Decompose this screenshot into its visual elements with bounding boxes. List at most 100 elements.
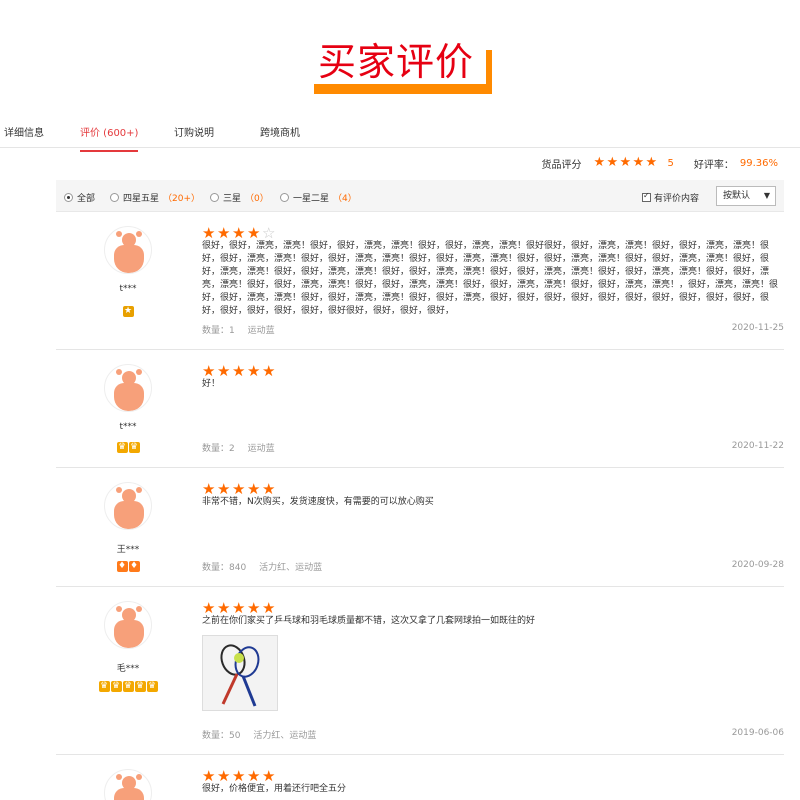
review-stars: ★ ★ ★ ★ ★ <box>202 769 276 784</box>
star-icon: ★ <box>232 767 246 785</box>
review-date: 2020-11-22 <box>731 441 784 451</box>
avatar <box>104 482 152 530</box>
reviewer-badges: ♛ ♛ ♛ ♛ ♛ <box>94 679 162 692</box>
review-variant: 活力红、运动蓝 <box>259 563 323 573</box>
review-item: 毛*** ♛ ♛ ♛ ♛ ♛ ★ ★ ★ ★ ★ 之前在你们家买了乒乓球和羽毛球质量都不… <box>56 587 784 755</box>
positive-rate-label: 好评率： <box>693 159 734 171</box>
crown-badge-icon: ♛ <box>128 442 140 453</box>
review-stars: ★ ★ ★ ★ ☆ <box>202 226 276 241</box>
review-content: 很好，价格便宜，用着还行吧全五分 <box>202 784 347 794</box>
star-icon: ★ <box>619 155 632 170</box>
review-stars: ★ ★ ★ ★ ★ <box>202 601 276 616</box>
review-item: t*** ★ ★ ★ ★ ★ ☆ 很好，很好，漂亮，漂亮！很好，很好，漂亮，漂亮… <box>56 212 784 350</box>
review-date: 2019-06-06 <box>731 728 784 738</box>
filter-all[interactable]: 全部 <box>64 191 95 204</box>
star-icon: ★ <box>232 362 246 380</box>
review-content: 之前在你们家买了乒乓球和羽毛球质量都不错，这次又拿了几套网球拍一如既往的好 <box>202 616 536 626</box>
filter-count: （20+） <box>163 194 201 204</box>
star-icon: ★ <box>202 224 216 242</box>
review-quantity: 数量：840 <box>202 563 247 573</box>
reviewer-name: t*** <box>119 422 137 432</box>
review-stars: ★ ★ ★ ★ ★ <box>202 482 276 497</box>
medal-badge-icon: ★ <box>122 306 134 317</box>
rating-summary-label: 货品评分 <box>541 159 582 171</box>
has-content-checkbox[interactable]: 有评价内容 <box>642 191 699 204</box>
star-icon: ★ <box>232 480 246 498</box>
sort-select[interactable]: 按默认 ▼ <box>716 186 776 206</box>
review-filter-bar: 全部 四星五星 （20+） 三星 （0） 一星二星 （4） 有评价内容 按默认 … <box>56 180 784 212</box>
filter-three-star[interactable]: 三星 （0） <box>210 191 269 204</box>
filter-label: 一星二星 <box>293 194 330 204</box>
review-variant: 运动蓝 <box>247 444 275 454</box>
star-icon: ★ <box>232 224 246 242</box>
star-icon: ★ <box>217 767 231 785</box>
review-content: 非常不错，N次购买，发货速度快，有需要的可以放心购买 <box>202 497 434 507</box>
filter-label: 三星 <box>223 194 242 204</box>
review-meta: 数量：2 运动蓝 <box>202 441 275 454</box>
filter-one-two-star[interactable]: 一星二星 （4） <box>280 191 357 204</box>
review-item: ★ ★ ★ ★ ★ 很好，价格便宜，用着还行吧全五分 <box>56 755 784 800</box>
star-icon: ★ <box>593 155 606 170</box>
filter-count: （4） <box>333 194 357 204</box>
review-quantity: 数量：1 <box>202 326 235 336</box>
checkbox-checked-icon <box>642 191 651 202</box>
tab-cross-border[interactable]: 跨境商机 <box>260 124 300 139</box>
star-empty-icon: ☆ <box>262 224 276 242</box>
star-icon: ★ <box>202 362 216 380</box>
section-banner: 买家评价 <box>306 40 492 96</box>
star-icon: ★ <box>606 155 619 170</box>
review-meta: 数量：840 活力红、运动蓝 <box>202 560 322 573</box>
tab-order-info[interactable]: 订购说明 <box>174 124 214 139</box>
radio-icon <box>280 193 289 202</box>
star-icon: ★ <box>247 224 261 242</box>
radio-icon <box>110 193 119 202</box>
star-icon: ★ <box>262 767 276 785</box>
star-icon: ★ <box>217 599 231 617</box>
chevron-down-icon: ▼ <box>763 191 770 200</box>
star-icon: ★ <box>202 599 216 617</box>
star-icon: ★ <box>262 480 276 498</box>
review-quantity: 数量：2 <box>202 444 235 454</box>
review-content: 很好，很好，漂亮，漂亮！很好，很好，漂亮，漂亮！很好，很好，漂亮，漂亮！很好很好… <box>202 241 779 316</box>
summary-stars: ★ ★ ★ ★ ★ <box>593 155 658 170</box>
tab-reviews[interactable]: 评价 (600+) <box>80 124 139 152</box>
review-content: 好！ <box>202 379 221 389</box>
rating-summary: 货品评分 ★ ★ ★ ★ ★ 5 好评率： 99.36% <box>541 155 778 171</box>
star-icon: ★ <box>217 224 231 242</box>
filter-label: 全部 <box>77 194 96 204</box>
review-stars: ★ ★ ★ ★ ★ <box>202 364 276 379</box>
star-icon: ★ <box>202 767 216 785</box>
star-icon: ★ <box>645 155 658 170</box>
review-quantity: 数量：50 <box>202 731 241 741</box>
positive-rate-value: 99.36% <box>739 157 778 169</box>
star-icon: ★ <box>232 599 246 617</box>
tennis-racket-image <box>203 636 277 710</box>
filter-four-five-star[interactable]: 四星五星 （20+） <box>110 191 200 204</box>
crown-badge-icon: ♛ <box>122 681 134 692</box>
review-variant: 运动蓝 <box>247 326 275 336</box>
crown-badge-icon: ♛ <box>116 442 128 453</box>
avatar <box>104 601 152 649</box>
star-icon: ★ <box>217 480 231 498</box>
checkbox-label: 有评价内容 <box>654 194 700 204</box>
star-icon: ★ <box>632 155 645 170</box>
sort-select-value: 按默认 <box>723 191 751 201</box>
crown-badge-icon: ♛ <box>134 681 146 692</box>
banner-title: 买家评价 <box>317 40 474 84</box>
reviewer-badges: ♦ ♦ <box>94 559 162 572</box>
reviewer-name: 毛*** <box>116 664 140 674</box>
review-meta: 数量：1 运动蓝 <box>202 323 275 336</box>
reviewer-name: 王*** <box>116 545 140 555</box>
review-photo[interactable] <box>202 635 278 711</box>
reviewer-badges: ★ <box>94 304 162 317</box>
review-variant: 活力红、运动蓝 <box>253 731 317 741</box>
star-icon: ★ <box>247 362 261 380</box>
radio-icon <box>210 193 219 202</box>
avatar <box>104 769 152 800</box>
crown-badge-icon: ♛ <box>146 681 158 692</box>
reviewer-badges: ♛ ♛ <box>94 440 162 453</box>
review-meta: 数量：50 活力红、运动蓝 <box>202 728 316 741</box>
crown-badge-icon: ♛ <box>98 681 110 692</box>
tab-details[interactable]: 详细信息 <box>4 124 44 139</box>
diamond-badge-icon: ♦ <box>128 561 140 572</box>
